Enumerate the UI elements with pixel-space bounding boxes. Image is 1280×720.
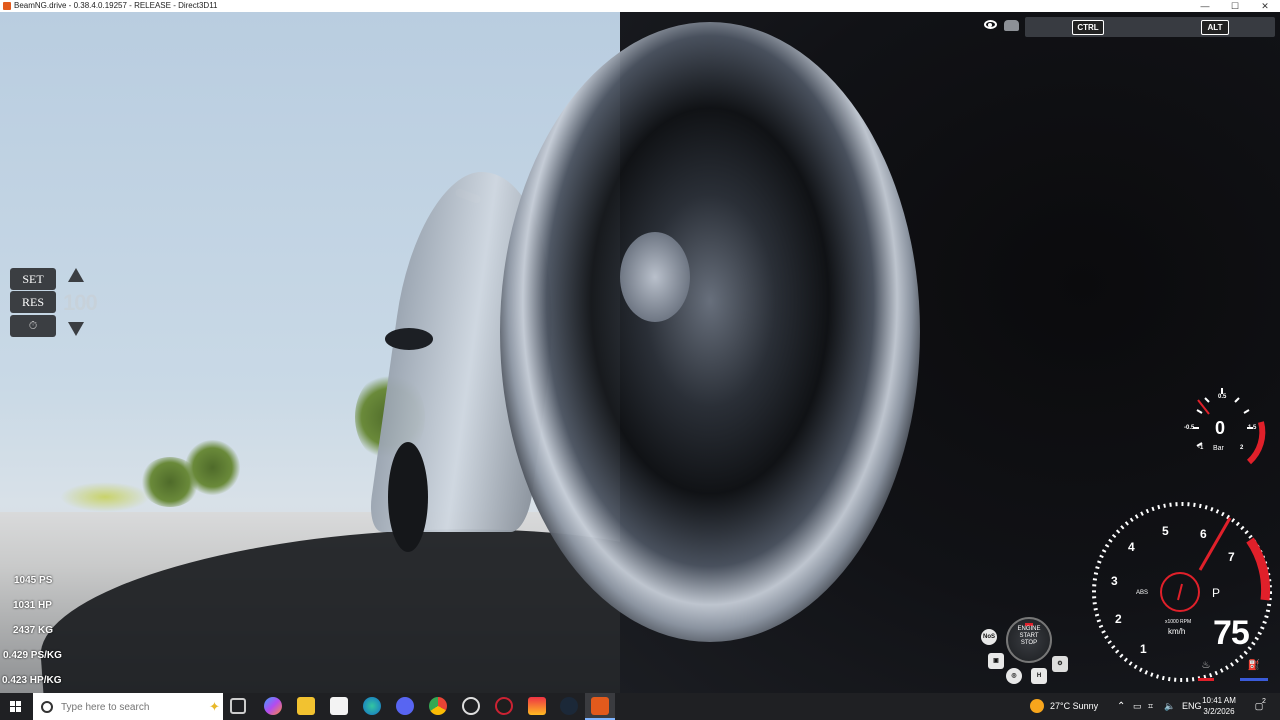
cruise-decrease-arrow-icon[interactable] (68, 322, 84, 336)
tacho-tick-2: 2 (1115, 612, 1122, 626)
spinning-wheel-closeup (500, 22, 920, 642)
system-clock[interactable]: 10:41 AM 3/2/2026 (1196, 695, 1242, 717)
cruise-set-button[interactable]: SET (10, 268, 56, 290)
volume-icon[interactable]: 🔈 (1164, 693, 1175, 720)
gear-shift-icon[interactable]: ⚙ (1052, 656, 1068, 672)
steam-icon[interactable] (560, 697, 578, 715)
tacho-tick-1: 1 (1140, 642, 1147, 656)
windows-taskbar: ✦ 27°C Sunny ⌃ ▭ ⌗ 🔈 ENG 10:41 AM 3/2/20… (0, 693, 1280, 720)
car-rear-wheel (388, 442, 428, 552)
search-highlight-icon: ✦ (209, 699, 220, 714)
tire-icon[interactable]: ◎ (1006, 668, 1022, 684)
windows-logo-icon (10, 701, 21, 712)
abs-indicator: ABS (1136, 590, 1149, 596)
tacho-tick-3: 3 (1111, 574, 1118, 588)
stat-ps-per-kg: 0.429 PS/KG (3, 650, 62, 661)
window-title-bar: BeamNG.drive - 0.38.4.0.19257 - RELEASE … (0, 0, 1280, 12)
engine-label: ENGINE (1017, 626, 1041, 632)
engine-start-stop-button[interactable]: ENGINE START STOP (1006, 617, 1052, 663)
boost-tick-05: 0.5 (1218, 394, 1227, 400)
file-explorer-icon[interactable] (297, 697, 315, 715)
stop-label: STOP (1020, 640, 1038, 646)
weather-text[interactable]: 27°C Sunny (1050, 693, 1098, 720)
stat-weight: 2437 KG (13, 625, 54, 636)
start-button[interactable] (0, 693, 32, 720)
handbrake-button[interactable]: H (1031, 668, 1047, 684)
modifier-keys-bar (1025, 17, 1275, 37)
tacho-tick-6: 6 (1200, 527, 1207, 541)
alt-key[interactable]: ALT (1201, 20, 1229, 35)
cruise-speed-value: 100 (63, 290, 98, 315)
cruise-res-button[interactable]: RES (10, 291, 56, 313)
car-icon[interactable] (1004, 20, 1019, 31)
close-button[interactable]: ✕ (1250, 0, 1280, 12)
discord-icon[interactable] (396, 697, 414, 715)
tacho-tick-7: 7 (1228, 550, 1235, 564)
task-view-icon[interactable] (230, 698, 246, 714)
beamng-app-icon (3, 2, 11, 10)
stat-hp: 1031 HP (13, 600, 52, 611)
speed-unit: km/h (1168, 627, 1186, 636)
boost-tick-2: 2 (1240, 445, 1244, 451)
gear-indicator: P (1212, 586, 1221, 600)
obs-icon[interactable] (495, 697, 513, 715)
beamng-icon (591, 697, 609, 715)
edge-icon[interactable] (363, 697, 381, 715)
search-icon (41, 701, 53, 713)
boost-value: 0 (1215, 418, 1226, 438)
cruise-timer-button[interactable]: ⏱ (10, 315, 56, 337)
microsoft-store-icon[interactable] (330, 697, 348, 715)
car-side-mirror (385, 328, 433, 350)
eye-icon[interactable] (984, 20, 997, 29)
stat-hp-per-kg: 0.423 HP/KG (2, 675, 62, 686)
sun-weather-icon (1030, 699, 1044, 713)
chrome-icon[interactable] (429, 697, 447, 715)
minimize-button[interactable]: — (1190, 0, 1220, 12)
rpm-unit: x1000 RPM (1165, 619, 1192, 625)
boost-unit: Bar (1213, 445, 1224, 452)
clock-time: 10:41 AM (1202, 696, 1236, 705)
hazard-icon[interactable]: ▣ (988, 653, 1004, 669)
tachometer (1092, 502, 1272, 682)
fuel-icon: ⛽ (1240, 660, 1268, 681)
notification-count: 2 (1262, 698, 1266, 705)
boost-tick-neg05: -0.5 (1184, 425, 1195, 431)
stat-ps: 1045 PS (14, 575, 53, 586)
meet-now-icon[interactable]: ▭ (1133, 693, 1142, 720)
ctrl-key[interactable]: CTRL (1072, 20, 1104, 35)
grass-patch (60, 482, 150, 512)
beamng-taskbar-button[interactable] (585, 693, 615, 720)
temperature-icon: ♨ (1198, 660, 1214, 681)
palm-tree (185, 440, 240, 495)
tacho-tick-4: 4 (1128, 540, 1135, 554)
clock-date: 3/2/2026 (1203, 707, 1235, 716)
taskbar-search[interactable]: ✦ (33, 693, 223, 720)
copilot-icon[interactable] (264, 697, 282, 715)
start-label: START (1019, 633, 1039, 639)
game-viewport[interactable] (0, 12, 1280, 693)
boost-tick-neg1: -1 (1198, 445, 1204, 451)
tacho-tick-5: 5 (1162, 524, 1169, 538)
window-title: BeamNG.drive - 0.38.4.0.19257 - RELEASE … (14, 1, 218, 10)
cruise-increase-arrow-icon[interactable] (68, 268, 84, 282)
wheel-hub (620, 232, 690, 322)
search-input[interactable] (59, 698, 183, 716)
stopwatch-icon: ⏱ (28, 320, 38, 332)
nos-button[interactable]: NoS (981, 629, 997, 645)
game-launcher-icon[interactable] (528, 697, 546, 715)
network-icon[interactable]: ⌗ (1148, 693, 1153, 720)
maximize-button[interactable]: ☐ (1220, 0, 1250, 12)
settings-gear-icon[interactable] (462, 697, 480, 715)
speed-value: 75 (1213, 614, 1250, 652)
chevron-up-icon[interactable]: ⌃ (1117, 693, 1125, 720)
boost-tick-15: 1.5 (1248, 425, 1257, 431)
